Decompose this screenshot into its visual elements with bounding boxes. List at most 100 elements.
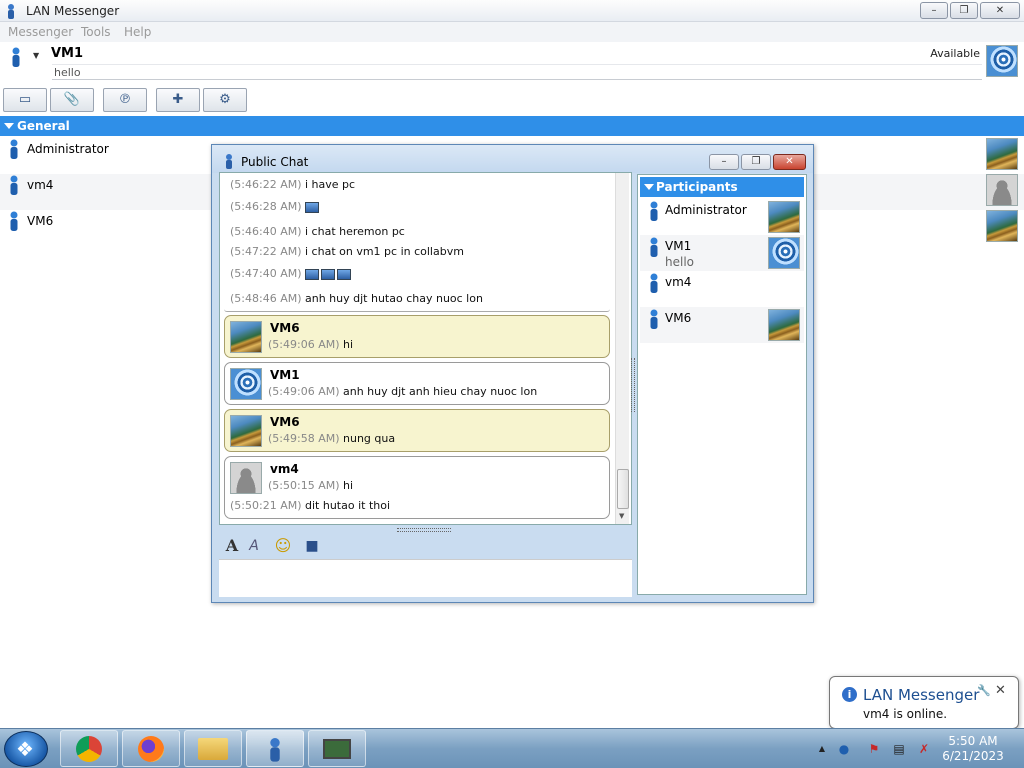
message-line: (5:49:06 AM) anh huy djt anh hieu chay n… — [268, 385, 538, 398]
taskbar-explorer[interactable] — [184, 730, 242, 767]
sender-name: vm4 — [270, 462, 299, 476]
chrome-icon — [76, 736, 102, 762]
chat-close-button[interactable]: ✕ — [773, 154, 806, 170]
scrollbar-thumb[interactable] — [617, 469, 629, 509]
pane-splitter-horizontal[interactable] — [397, 528, 451, 532]
history-scrollbar[interactable]: ▼ — [615, 173, 629, 524]
scroll-down-icon[interactable]: ▼ — [619, 512, 624, 520]
user-name: VM1 — [51, 46, 84, 61]
user-status-text: Available — [930, 47, 980, 60]
taskbar: ▲ ● ⚑ ▤ ✗ 5:50 AM 6/21/2023 — [0, 728, 1024, 768]
notification-title: LAN Messenger — [863, 686, 980, 704]
user-note-field[interactable]: hello — [52, 64, 982, 80]
notification-close-button[interactable]: ✕ — [995, 683, 1006, 698]
lan-messenger-icon — [8, 4, 14, 19]
group-header-general[interactable]: General — [0, 116, 1024, 136]
tray-action-center-icon[interactable]: ⚑ — [866, 741, 882, 757]
participant-note: hello — [665, 255, 694, 269]
info-icon: i — [842, 687, 857, 702]
chat-minimize-button[interactable]: – — [709, 154, 739, 170]
participant-row[interactable]: VM1 hello — [640, 235, 804, 271]
contact-status-icon — [10, 139, 18, 159]
participant-avatar — [768, 237, 800, 269]
minimize-button[interactable]: – — [920, 2, 948, 19]
folder-icon — [198, 738, 228, 760]
tray-volume-muted-icon[interactable]: ✗ — [916, 741, 932, 757]
participant-row[interactable]: Administrator — [640, 199, 804, 235]
smiley-button[interactable]: ☺ — [273, 536, 293, 556]
chat-history[interactable]: (5:46:22 AM) i have pc (5:46:28 AM) (5:4… — [219, 172, 632, 525]
message-group-divider — [224, 309, 610, 312]
history-line: (5:46:22 AM) i have pc — [230, 178, 356, 191]
main-titlebar[interactable]: LAN Messenger – ❐ ✕ — [0, 0, 1024, 22]
contact-status-icon — [10, 175, 18, 195]
sender-name: VM1 — [270, 368, 300, 382]
file-transfer-icon: 📎 — [63, 92, 81, 107]
message-line: (5:49:58 AM) nung qua — [268, 432, 396, 445]
pane-splitter-vertical[interactable] — [631, 358, 635, 412]
notification-balloon[interactable]: i LAN Messenger vm4 is online. 🔧 ✕ — [829, 676, 1019, 729]
contact-name: Administrator — [27, 142, 109, 156]
message-line: (5:50:15 AM) hi — [268, 479, 354, 492]
menu-tools[interactable]: Tools — [81, 25, 111, 39]
contact-avatar — [986, 138, 1018, 170]
participant-row[interactable]: vm4 — [640, 271, 804, 307]
participant-row[interactable]: VM6 — [640, 307, 804, 343]
chat-bubble-icon: ▭ — [18, 92, 32, 107]
tray-network-icon[interactable]: ▤ — [891, 741, 907, 757]
taskbar-lan-messenger[interactable] — [246, 730, 304, 767]
status-dropdown-icon[interactable]: ▼ — [33, 51, 39, 60]
add-contact-button[interactable]: ✚ — [156, 88, 200, 112]
contact-status-icon — [10, 211, 18, 231]
history-line: (5:46:40 AM) i chat heremon pc — [230, 225, 405, 238]
participant-status-icon — [650, 201, 658, 221]
broadcast-button[interactable]: ℗ — [103, 88, 147, 112]
sender-name: VM6 — [270, 415, 300, 429]
lan-messenger-icon — [270, 738, 280, 762]
participants-header[interactable]: Participants — [640, 177, 804, 197]
monitor-icon — [323, 739, 351, 759]
menu-help[interactable]: Help — [124, 25, 151, 39]
menu-messenger[interactable]: Messenger — [8, 25, 73, 39]
history-line: (5:48:46 AM) anh huy djt hutao chay nuoc… — [230, 292, 483, 305]
chat-bubble-button[interactable]: ▭ — [3, 88, 47, 112]
close-button[interactable]: ✕ — [980, 2, 1020, 19]
chat-maximize-button[interactable]: ❐ — [741, 154, 771, 170]
save-button[interactable]: ■ — [302, 536, 322, 556]
participants-panel: Participants Administrator VM1 hello vm4… — [637, 174, 807, 595]
contact-name: VM6 — [27, 214, 54, 228]
computer-emoticon-icon — [337, 268, 351, 280]
wrench-icon[interactable]: 🔧 — [977, 684, 991, 697]
computer-emoticon-icon — [305, 201, 319, 213]
font-size-button[interactable]: A — [244, 536, 264, 556]
broadcast-icon: ℗ — [118, 92, 132, 107]
participant-name: vm4 — [665, 275, 692, 289]
participant-name: VM1 — [665, 239, 692, 253]
add-contact-icon: ✚ — [172, 92, 184, 107]
tray-lan-messenger-icon[interactable]: ● — [836, 741, 852, 757]
file-transfer-button[interactable]: 📎 — [50, 88, 94, 112]
taskbar-chrome[interactable] — [60, 730, 118, 767]
message-bubble: vm4 (5:50:15 AM) hi (5:50:21 AM) dit hut… — [224, 456, 610, 519]
sender-avatar — [230, 462, 262, 494]
tray-expand-icon[interactable]: ▲ — [814, 741, 830, 757]
clock-time: 5:50 AM — [948, 734, 998, 748]
message-input[interactable] — [219, 559, 632, 597]
edit-toolbar: A A ☺ ■ — [219, 534, 632, 558]
font-button[interactable]: A — [222, 536, 242, 556]
taskbar-firefox[interactable] — [122, 730, 180, 767]
user-status-icon[interactable] — [10, 47, 22, 67]
history-line: (5:47:40 AM) — [230, 267, 353, 280]
start-button[interactable] — [4, 731, 48, 767]
notification-body: vm4 is online. — [863, 707, 948, 721]
group-settings-button[interactable]: ⚙ — [203, 88, 247, 112]
participant-status-icon — [650, 309, 658, 329]
user-avatar[interactable] — [986, 45, 1018, 77]
maximize-button[interactable]: ❐ — [950, 2, 978, 19]
user-status-bar: ▼ VM1 hello Available — [0, 42, 1024, 88]
contact-avatar — [986, 174, 1018, 206]
taskbar-system-monitor[interactable] — [308, 730, 366, 767]
chat-titlebar[interactable]: Public Chat – ❐ ✕ — [212, 145, 813, 173]
taskbar-clock[interactable]: 5:50 AM 6/21/2023 — [940, 734, 1006, 764]
menubar: Messenger Tools Help — [0, 22, 1024, 42]
